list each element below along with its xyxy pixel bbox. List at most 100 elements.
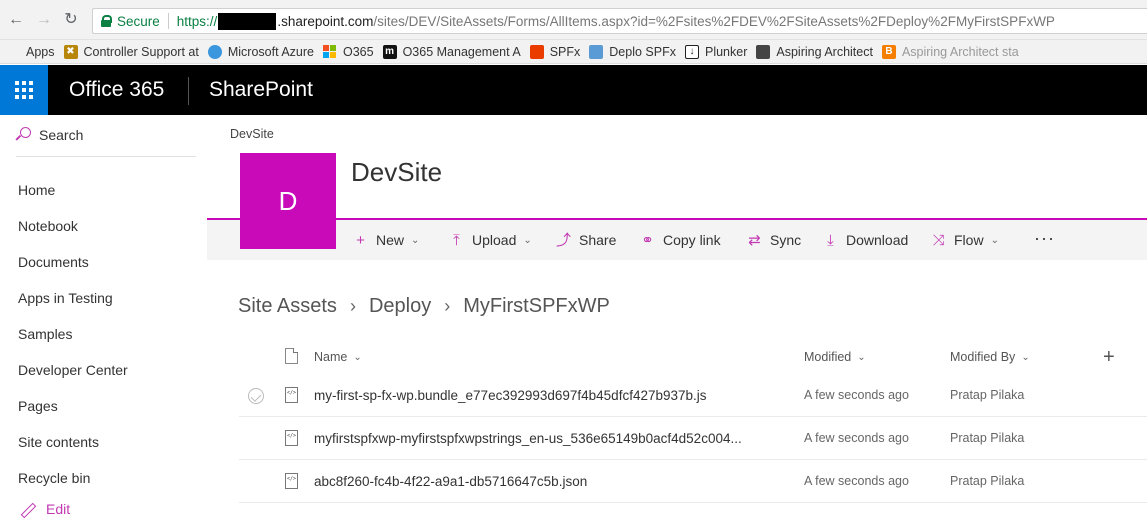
bookmark-spfx[interactable]: SPFx xyxy=(529,44,581,59)
app-launcher-icon[interactable] xyxy=(0,65,48,115)
row-select-checkbox[interactable] xyxy=(248,388,264,404)
plunker-icon: ↓ xyxy=(684,44,699,59)
download-button[interactable]: ⤓ Download xyxy=(823,232,908,248)
breadcrumb-deploy[interactable]: Deploy xyxy=(369,295,431,318)
code-file-icon xyxy=(285,473,298,489)
bookmark-label: O365 Management A xyxy=(402,44,521,59)
upload-label: Upload xyxy=(472,232,517,248)
search-box[interactable]: Search xyxy=(16,127,196,157)
left-navigation: Search Home Notebook Documents Apps in T… xyxy=(0,115,207,532)
nav-item-home[interactable]: Home xyxy=(18,182,55,198)
back-arrow-icon[interactable]: ← xyxy=(8,12,24,28)
controller-support-icon: ✖ xyxy=(63,44,78,59)
bookmark-controller-support[interactable]: ✖ Controller Support at xyxy=(63,44,199,59)
blogger-icon: B xyxy=(881,44,896,59)
column-header-name[interactable]: Name ⌄ xyxy=(314,350,362,364)
flow-label: Flow xyxy=(954,232,984,248)
bookmark-page-icon xyxy=(589,44,604,59)
reload-icon[interactable]: ↻ xyxy=(63,12,79,28)
bookmark-label: Apps xyxy=(26,44,55,59)
edit-label: Edit xyxy=(46,501,71,517)
bookmark-microsoft-azure[interactable]: Microsoft Azure xyxy=(207,44,314,59)
column-header-modified[interactable]: Modified ⌄ xyxy=(804,350,866,364)
flow-button[interactable]: ⤨ Flow ⌄ xyxy=(931,231,999,249)
bookmark-aspiring-architect-sta[interactable]: B Aspiring Architect sta xyxy=(881,44,1019,59)
nav-item-pages[interactable]: Pages xyxy=(18,398,58,414)
site-logo[interactable]: D xyxy=(240,153,336,249)
bookmark-label: Aspiring Architect xyxy=(776,44,873,59)
secure-label: Secure xyxy=(117,13,160,29)
sync-icon: ⇄ xyxy=(748,231,761,249)
office-365-brand[interactable]: Office 365 xyxy=(69,78,164,102)
chevron-right-icon: › xyxy=(349,296,356,316)
file-modified-by[interactable]: Pratap Pilaka xyxy=(950,474,1024,488)
chevron-down-icon: ⌄ xyxy=(353,351,362,363)
chevron-down-icon: ⌄ xyxy=(857,351,866,363)
office-logo-icon xyxy=(323,44,337,59)
edit-links-button[interactable]: Edit xyxy=(18,501,70,517)
share-button[interactable]: ⤴ Share xyxy=(556,232,616,248)
bookmark-o365[interactable]: O365 xyxy=(323,45,374,59)
bookmark-apps[interactable]: Apps xyxy=(9,45,55,59)
file-name[interactable]: my-first-sp-fx-wp.bundle_e77ec392993d697… xyxy=(314,388,707,403)
url-host: .sharepoint.com xyxy=(277,13,374,29)
bookmark-label: SPFx xyxy=(549,44,581,59)
share-icon: ⤴ xyxy=(556,231,572,249)
table-row[interactable]: my-first-sp-fx-wp.bundle_e77ec392993d697… xyxy=(239,374,1147,417)
bookmark-aspiring-architect[interactable]: Aspiring Architect xyxy=(756,44,873,59)
nav-item-recycle-bin[interactable]: Recycle bin xyxy=(18,470,90,486)
sync-button[interactable]: ⇄ Sync xyxy=(747,232,801,248)
chevron-down-icon: ⌄ xyxy=(990,234,999,246)
bookmark-o365-management[interactable]: m O365 Management A xyxy=(382,44,521,59)
apps-grid-icon xyxy=(9,46,20,57)
command-bar: + New ⌄ ⤒ Upload ⌄ ⤴ Share ⚭ Copy link ⇄… xyxy=(207,220,1147,260)
more-options-icon[interactable]: ··· xyxy=(1034,228,1055,249)
add-column-icon[interactable]: + xyxy=(1103,346,1115,369)
bookmark-label: Aspiring Architect sta xyxy=(901,44,1019,59)
table-row[interactable]: myfirstspfxwp-myfirstspfxwpstrings_en-us… xyxy=(239,417,1147,460)
chevron-down-icon: ⌄ xyxy=(1021,351,1030,363)
search-label: Search xyxy=(39,127,84,143)
upload-arrow-icon: ⤒ xyxy=(453,231,460,249)
bookmark-deplo-spfx[interactable]: Deplo SPFx xyxy=(589,44,676,59)
file-type-header-icon[interactable] xyxy=(285,348,298,364)
nav-item-developer-center[interactable]: Developer Center xyxy=(18,362,128,378)
column-name-label: Name xyxy=(314,350,348,364)
nav-item-samples[interactable]: Samples xyxy=(18,326,72,342)
address-bar[interactable]: Secure https:// .sharepoint.com /sites/D… xyxy=(92,8,1147,34)
file-name[interactable]: myfirstspfxwp-myfirstspfxwpstrings_en-us… xyxy=(314,431,742,446)
azure-cloud-icon xyxy=(207,44,222,59)
office-icon xyxy=(529,44,544,59)
new-label: New xyxy=(376,232,405,248)
bookmark-plunker[interactable]: ↓ Plunker xyxy=(684,44,747,59)
nav-item-documents[interactable]: Documents xyxy=(18,254,89,270)
flow-icon: ⤨ xyxy=(932,231,945,249)
site-breadcrumb[interactable]: DevSite xyxy=(230,127,274,141)
column-modified-label: Modified xyxy=(804,350,852,364)
file-modified: A few seconds ago xyxy=(804,474,909,488)
code-file-icon xyxy=(285,387,298,403)
nav-item-notebook[interactable]: Notebook xyxy=(18,218,78,234)
copy-link-button[interactable]: ⚭ Copy link xyxy=(640,232,720,248)
column-header-modified-by[interactable]: Modified By ⌄ xyxy=(950,350,1030,364)
breadcrumb-site-assets[interactable]: Site Assets xyxy=(238,295,337,318)
browser-toolbar: ← → ↻ Secure https:// .sharepoint.com /s… xyxy=(0,0,1147,40)
omnibox-divider xyxy=(167,13,169,29)
share-label: Share xyxy=(579,232,617,248)
file-name[interactable]: abc8f260-fc4b-4f22-a9a1-db5716647c5b.jso… xyxy=(314,474,587,489)
nav-item-apps-in-testing[interactable]: Apps in Testing xyxy=(18,290,113,306)
file-modified-by[interactable]: Pratap Pilaka xyxy=(950,431,1024,445)
file-modified-by[interactable]: Pratap Pilaka xyxy=(950,388,1024,402)
sharepoint-app-title[interactable]: SharePoint xyxy=(209,78,313,102)
table-row[interactable]: abc8f260-fc4b-4f22-a9a1-db5716647c5b.jso… xyxy=(239,460,1147,503)
nav-item-site-contents[interactable]: Site contents xyxy=(18,434,99,450)
suite-divider xyxy=(188,77,189,105)
site-title[interactable]: DevSite xyxy=(351,157,442,188)
plus-icon: + xyxy=(356,231,365,249)
column-modified-by-label: Modified By xyxy=(950,350,1016,364)
new-button[interactable]: + New ⌄ xyxy=(353,232,419,248)
url-redaction xyxy=(218,12,277,30)
forward-arrow-icon[interactable]: → xyxy=(36,12,52,28)
chevron-down-icon: ⌄ xyxy=(411,234,420,246)
upload-button[interactable]: ⤒ Upload ⌄ xyxy=(449,232,532,248)
